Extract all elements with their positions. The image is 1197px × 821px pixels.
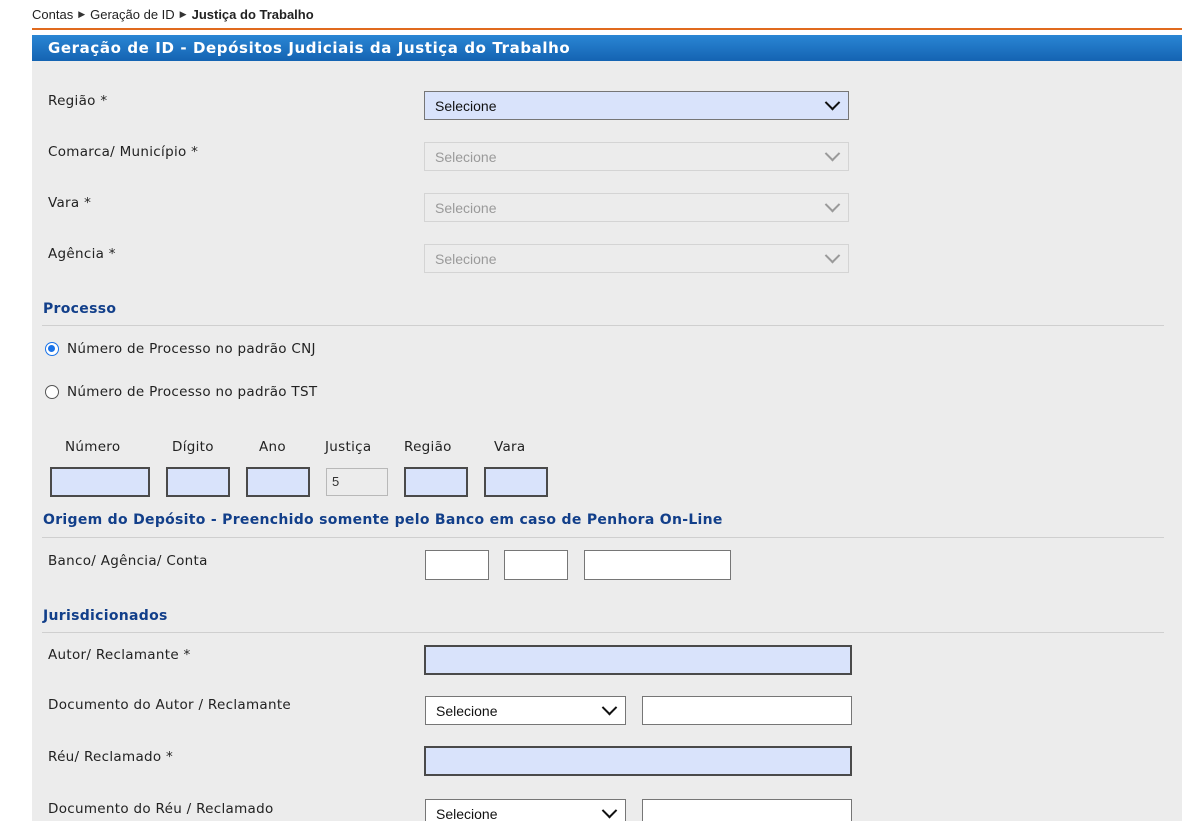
doc-autor-select[interactable]: Selecione bbox=[425, 696, 626, 725]
page-title: Geração de ID - Depósitos Judiciais da J… bbox=[32, 35, 1182, 61]
regiao-select[interactable]: Selecione bbox=[424, 91, 849, 120]
doc-reu-select[interactable]: Selecione bbox=[425, 799, 626, 821]
section-divider bbox=[42, 325, 1164, 326]
digito-col-label: Dígito bbox=[172, 439, 214, 455]
doc-autor-label: Documento do Autor / Reclamante bbox=[48, 697, 292, 713]
ano-col-label: Ano bbox=[259, 439, 286, 455]
numero-col-label: Número bbox=[65, 439, 121, 455]
banco-agencia-conta-label: Banco/ Agência/ Conta bbox=[48, 553, 208, 569]
banco-input[interactable] bbox=[425, 550, 489, 580]
chevron-down-icon bbox=[824, 196, 841, 213]
regiao-select-value: Selecione bbox=[435, 97, 497, 114]
regiao-col-label: Região bbox=[404, 439, 452, 455]
radio-tst-option[interactable]: Número de Processo no padrão TST bbox=[45, 384, 317, 400]
accent-divider bbox=[32, 28, 1182, 30]
doc-autor-input[interactable] bbox=[642, 696, 852, 725]
breadcrumb: Contas ▶ Geração de ID ▶ Justiça do Trab… bbox=[32, 0, 1182, 28]
chevron-down-icon bbox=[824, 247, 841, 264]
vara-label: Vara * bbox=[48, 195, 92, 211]
processo-section-title: Processo bbox=[43, 301, 117, 317]
numero-input[interactable] bbox=[50, 467, 150, 497]
justica-input: 5 bbox=[326, 468, 388, 496]
radio-cnj-label: Número de Processo no padrão CNJ bbox=[67, 341, 316, 357]
comarca-label: Comarca/ Município * bbox=[48, 144, 199, 160]
regiao-input[interactable] bbox=[404, 467, 468, 497]
breadcrumb-geracao-id[interactable]: Geração de ID bbox=[90, 7, 175, 22]
doc-autor-select-value: Selecione bbox=[436, 702, 498, 719]
doc-reu-input[interactable] bbox=[642, 799, 852, 821]
radio-tst-label: Número de Processo no padrão TST bbox=[67, 384, 318, 400]
vara-select[interactable]: Selecione bbox=[424, 193, 849, 222]
comarca-select-value: Selecione bbox=[435, 148, 497, 165]
doc-reu-select-value: Selecione bbox=[436, 805, 498, 821]
vara-col-label: Vara bbox=[494, 439, 526, 455]
chevron-down-icon bbox=[601, 802, 618, 819]
triangle-right-icon: ▶ bbox=[179, 8, 187, 19]
agencia-input[interactable] bbox=[504, 550, 568, 580]
agencia-select-value: Selecione bbox=[435, 250, 497, 267]
jurisdicionados-section-title: Jurisdicionados bbox=[43, 608, 168, 624]
radio-cnj-option[interactable]: Número de Processo no padrão CNJ bbox=[45, 341, 316, 357]
section-divider bbox=[42, 537, 1164, 538]
radio-cnj[interactable] bbox=[45, 342, 59, 356]
origem-section-title: Origem do Depósito - Preenchido somente … bbox=[43, 512, 723, 528]
autor-label: Autor/ Reclamante * bbox=[48, 647, 191, 663]
ano-input[interactable] bbox=[246, 467, 310, 497]
comarca-select[interactable]: Selecione bbox=[424, 142, 849, 171]
reu-label: Réu/ Reclamado * bbox=[48, 749, 174, 765]
breadcrumb-contas[interactable]: Contas bbox=[32, 7, 73, 22]
conta-input[interactable] bbox=[584, 550, 731, 580]
breadcrumb-current: Justiça do Trabalho bbox=[191, 6, 314, 22]
section-divider bbox=[42, 632, 1164, 633]
chevron-down-icon bbox=[824, 145, 841, 162]
chevron-down-icon bbox=[601, 699, 618, 716]
radio-tst[interactable] bbox=[45, 385, 59, 399]
digito-input[interactable] bbox=[166, 467, 230, 497]
autor-input[interactable] bbox=[424, 645, 852, 675]
justica-col-label: Justiça bbox=[325, 439, 372, 455]
regiao-label: Região * bbox=[48, 93, 108, 109]
agencia-select[interactable]: Selecione bbox=[424, 244, 849, 273]
form-panel: Geração de ID - Depósitos Judiciais da J… bbox=[32, 35, 1182, 821]
chevron-down-icon bbox=[824, 94, 841, 111]
agencia-label: Agência * bbox=[48, 246, 116, 262]
vara-input[interactable] bbox=[484, 467, 548, 497]
doc-reu-label: Documento do Réu / Reclamado bbox=[48, 801, 274, 817]
reu-input[interactable] bbox=[424, 746, 852, 776]
triangle-right-icon: ▶ bbox=[78, 8, 86, 19]
vara-select-value: Selecione bbox=[435, 199, 497, 216]
